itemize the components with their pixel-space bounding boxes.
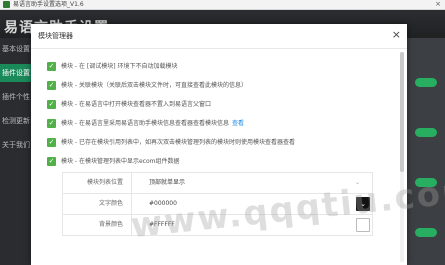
option-label: 模块 - 在模块管理列表中显示ecom组件数据 <box>61 158 180 165</box>
dialog-scrollbar[interactable] <box>400 52 404 262</box>
sidebar-item-label: 插件个性 <box>2 93 30 101</box>
checkbox-checked[interactable]: ✓ <box>47 62 56 71</box>
window-close-button[interactable]: × <box>435 0 441 9</box>
bg-color-label: 背景颜色 <box>98 221 123 228</box>
list-position-label: 模块列表位置 <box>86 179 123 186</box>
option-label: 模块 - 在易语言中打开模块查看器不置入到易语言父窗口 <box>61 101 211 108</box>
sidebar-item-about[interactable]: 关于我们 <box>0 136 34 154</box>
background-settings-column <box>405 38 445 265</box>
checkbox-checked[interactable]: ✓ <box>47 138 56 147</box>
option-label: 模块 - 关联模块（关联后双击模块文件时，可直接查看此模块的信息） <box>61 82 247 89</box>
close-icon[interactable]: × <box>392 28 401 42</box>
checkbox-checked[interactable]: ✓ <box>47 157 56 166</box>
option-label-text: 模块 - 在易语言里采用易语言助手模块信息查看器查看模块信息 <box>61 120 229 127</box>
list-position-select[interactable]: 顶部就单显示 <box>149 173 185 193</box>
sidebar-item-basic[interactable]: 基本设置 <box>0 40 34 58</box>
background-toggle[interactable] <box>415 228 437 237</box>
dialog-header: 模块管理器 × <box>31 24 407 49</box>
dialog-title: 模块管理器 <box>38 32 73 40</box>
sidebar-item-plugin[interactable]: 插件设置 <box>0 64 34 82</box>
window-titlebar: 易语言助手设置选项_V1.6 × <box>0 0 445 10</box>
option-label: 模块 - 在 [调试模块] 环境下不自动加载模块 <box>61 63 178 70</box>
sidebar-item-personal[interactable]: 插件个性 <box>0 88 34 106</box>
divider <box>131 173 132 193</box>
app-icon <box>3 1 10 8</box>
sidebar-item-label: 插件设置 <box>2 69 30 77</box>
background-toggle[interactable] <box>415 78 437 87</box>
option-label: 模块 - 在易语言里采用易语言助手模块信息查看器查看模块信息 查看 <box>61 119 244 129</box>
sidebar-item-label: 检测更新 <box>2 117 30 125</box>
sidebar: 基本设置 插件设置 插件个性 检测更新 关于我们 <box>0 38 34 265</box>
sidebar-item-update[interactable]: 检测更新 <box>0 112 34 130</box>
scrollbar-thumb[interactable] <box>400 52 404 172</box>
view-link[interactable]: 查看 <box>232 120 244 127</box>
sidebar-item-label: 基本设置 <box>2 45 30 53</box>
background-toggle[interactable] <box>415 128 437 137</box>
sidebar-item-label: 关于我们 <box>2 141 30 149</box>
checkbox-checked[interactable]: ✓ <box>47 119 56 128</box>
window-title: 易语言助手设置选项_V1.6 <box>13 1 84 8</box>
checkbox-checked[interactable]: ✓ <box>47 100 56 109</box>
option-label: 模块 - 已存在模块引用列表中，如再次双击模块管理列表的模块时则使用模块查看器查… <box>61 139 295 146</box>
text-color-label: 文字颜色 <box>98 200 123 207</box>
checkbox-checked[interactable]: ✓ <box>47 81 56 90</box>
